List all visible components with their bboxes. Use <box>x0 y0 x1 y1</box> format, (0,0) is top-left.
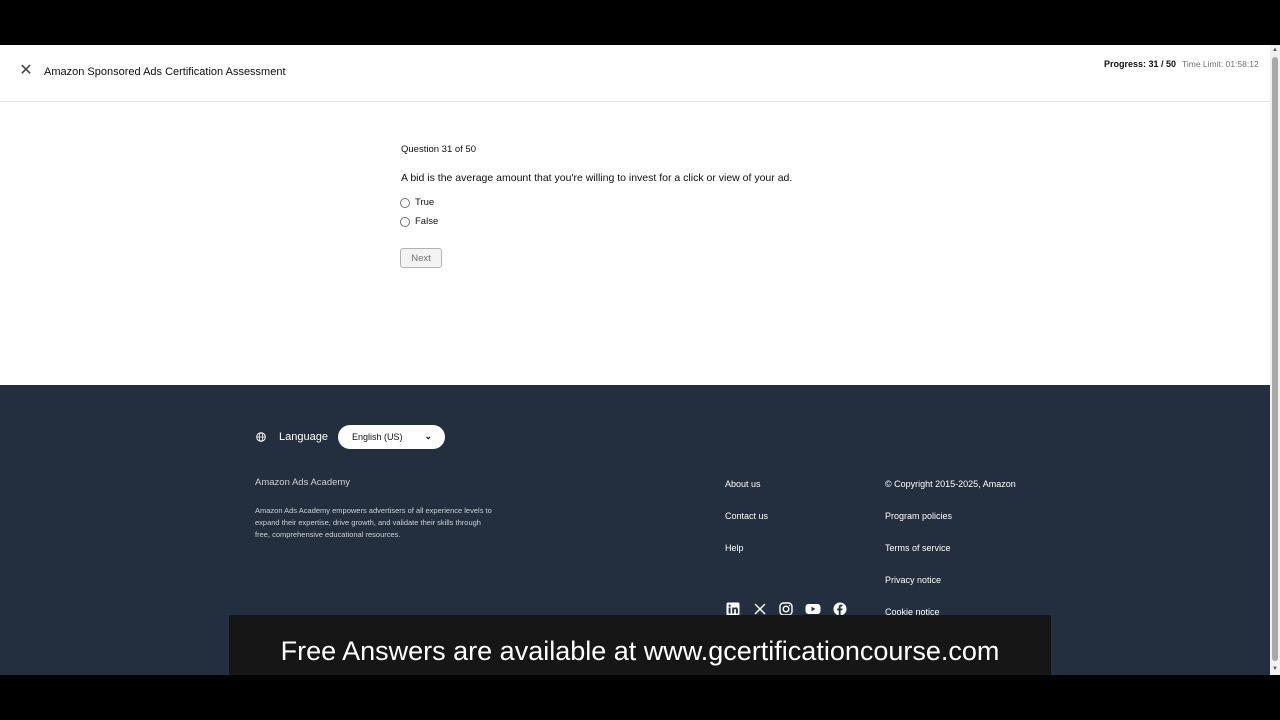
footer-link-terms-of-service[interactable]: Terms of service <box>885 543 951 553</box>
instagram-icon[interactable] <box>779 602 793 616</box>
language-selected-value: English (US) <box>352 432 403 442</box>
question-counter: Question 31 of 50 <box>401 144 476 155</box>
scroll-up-icon[interactable]: ▲ <box>1271 46 1279 54</box>
browser-viewport: ✕ Amazon Sponsored Ads Certification Ass… <box>0 45 1280 675</box>
copyright-text: © Copyright 2015-2025, Amazon <box>885 479 1016 489</box>
scroll-down-icon[interactable]: ▼ <box>1271 665 1279 673</box>
youtube-icon[interactable] <box>805 602 821 616</box>
radio-button[interactable] <box>400 197 410 208</box>
overlay-caption-banner: Free Answers are available at www.gcerti… <box>229 615 1051 675</box>
academy-title: Amazon Ads Academy <box>255 477 351 488</box>
x-icon[interactable] <box>753 602 767 616</box>
option-label: True <box>415 197 435 208</box>
facebook-icon[interactable] <box>833 602 847 616</box>
globe-icon <box>256 432 266 442</box>
footer-link-privacy-notice[interactable]: Privacy notice <box>885 575 941 585</box>
assessment-title: Amazon Sponsored Ads Certification Asses… <box>44 66 286 78</box>
option-true[interactable]: True <box>400 197 434 208</box>
chevron-down-icon: ⌄ <box>424 431 432 441</box>
scrollbar-thumb[interactable] <box>1272 57 1278 661</box>
academy-description: Amazon Ads Academy empowers advertisers … <box>255 506 492 539</box>
radio-button[interactable] <box>400 216 410 227</box>
option-false[interactable]: False <box>400 216 438 227</box>
vertical-scrollbar[interactable]: ▲ ▼ <box>1270 45 1280 675</box>
footer-link-program-policies[interactable]: Program policies <box>885 511 952 521</box>
time-limit: Time Limit: 01:58:12 <box>1182 59 1259 69</box>
language-select[interactable]: English (US) ⌄ <box>338 425 445 449</box>
footer-link-contact-us[interactable]: Contact us <box>725 511 768 521</box>
assessment-header: ✕ Amazon Sponsored Ads Certification Ass… <box>0 45 1270 102</box>
language-label: Language <box>279 431 328 443</box>
close-icon[interactable]: ✕ <box>18 63 34 79</box>
question-text: A bid is the average amount that you're … <box>401 172 793 184</box>
next-button[interactable]: Next <box>400 248 442 268</box>
footer-link-about-us[interactable]: About us <box>725 479 761 489</box>
linkedin-icon[interactable] <box>726 602 740 616</box>
footer-link-help[interactable]: Help <box>725 543 744 553</box>
option-label: False <box>415 216 439 227</box>
progress-indicator: Progress: 31 / 50 <box>1104 59 1177 69</box>
